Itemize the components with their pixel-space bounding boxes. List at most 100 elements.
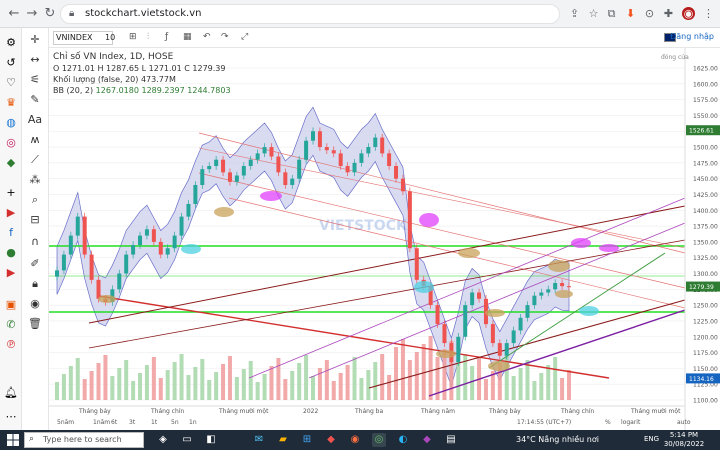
menu-icon[interactable]: ⋮ [702,7,715,20]
volume-bar [269,366,274,400]
text-icon[interactable]: Aa [27,112,43,128]
app-icon[interactable]: ▣ [4,298,18,312]
undo-icon[interactable]: ↶ [203,32,211,42]
taskbar: ⌕ Type here to search ◈ ▭ ◧ ✉ ▰ ⊞ ◆ ◉ ◎ … [0,430,720,450]
windows-start-icon[interactable] [6,433,20,447]
facebook-icon[interactable]: f [4,226,18,240]
trash-icon[interactable]: 🗑︎ [27,316,43,332]
range-button: 5năm [57,419,74,426]
widgets-icon[interactable]: ◧ [204,433,218,447]
avatar[interactable]: ◉ [682,7,695,20]
extension-icon[interactable]: ⧉ [605,7,618,20]
price-chart[interactable]: VIETSTOCK 1625.00 1600.00 1575.00 1550.00 15… [49,48,720,430]
youtube-music-icon[interactable]: ▶ [4,266,18,280]
forecast-icon[interactable]: ⁂ [27,172,43,188]
pin-icon[interactable]: ⊙ [643,7,656,20]
candle [518,317,523,331]
volume-bar [255,382,260,400]
shape-icon[interactable]: ⟋ [27,152,43,168]
forward-icon[interactable]: → [24,6,40,22]
fib-icon[interactable]: ⚟ [27,72,43,88]
history-icon[interactable]: ↺ [4,56,18,70]
indicator-icon[interactable]: ƒ [165,32,168,42]
pinterest-icon[interactable]: ℗ [4,338,18,352]
y-tick-label: 1425.00 [693,192,718,199]
interval-select[interactable]: 10 [105,33,115,42]
trend-line-icon[interactable]: ↔ [27,52,43,68]
compare-icon[interactable]: ⊞ [129,32,137,42]
volume-bar [96,363,101,400]
clock-time[interactable]: 5:14 PM [666,431,702,439]
symbol-input[interactable]: VNINDEX [53,31,113,45]
task-view-icon[interactable]: ▭ [180,433,194,447]
shop-icon[interactable]: ♛ [4,96,18,110]
download-icon[interactable]: ⬇ [624,7,637,20]
reload-icon[interactable]: ↻ [42,6,58,22]
candle [151,229,156,242]
more-icon[interactable]: ⋯ [4,410,18,424]
clock-date[interactable]: 30/08/2022 [662,440,706,448]
candle [414,248,419,280]
footer-label: % [605,419,611,426]
explorer-icon[interactable]: ▰ [276,433,290,447]
weather-widget[interactable]: 34°C Nắng nhiều nơi [516,435,599,444]
taskbar-search[interactable]: ⌕ Type here to search [24,432,144,448]
browser-app-icon[interactable]: ◎ [372,433,386,447]
template-icon[interactable]: ▦ [183,32,192,42]
youtube-icon[interactable]: ▶ [4,206,18,220]
candle [338,153,343,167]
y-tick-label: 1300.00 [693,271,718,278]
y-tick-label: 1475.00 [693,160,718,167]
legend-bb: BB (20, 2) [53,86,94,95]
share-icon[interactable]: ⇪ [568,7,581,20]
candle [227,172,232,182]
redo-icon[interactable]: ↷ [221,32,229,42]
volume-bar [414,352,419,400]
volume-bar [345,365,350,400]
spotify-icon[interactable]: ● [4,246,18,260]
heart-icon[interactable]: ♡ [4,76,18,90]
back-icon[interactable]: ← [6,6,22,22]
login-link[interactable]: Đăng nhập [670,32,714,41]
address-bar[interactable]: 🔒︎ stockchart.vietstock.vn [60,4,560,24]
store-icon[interactable]: ⊞ [300,433,314,447]
crosshair-icon[interactable]: ✛ [27,32,43,48]
game-icon[interactable]: ◈ [156,433,170,447]
messenger-icon[interactable]: ◍ [4,116,18,130]
settings-icon[interactable]: ⚙ [4,36,18,50]
marker-ellipse [579,306,599,316]
pattern-icon[interactable]: ʍ [27,132,43,148]
candle [68,235,73,255]
chart-area[interactable]: VIETSTOCK 1625.00 1600.00 1575.00 1550.00 15… [49,48,720,430]
whatsapp-icon[interactable]: ✆ [4,318,18,332]
candle [117,273,122,290]
price-marker-label: 1134.16 [689,376,714,383]
magnet-icon[interactable]: ∩ [27,234,43,250]
volume-bar [262,374,267,400]
pencil-lock-icon[interactable]: ✐ [27,256,43,272]
add-icon[interactable]: + [4,186,18,200]
fullscreen-icon[interactable]: ⤢ [241,32,248,42]
candle [511,330,516,344]
app2-icon[interactable]: ◆ [324,433,338,447]
brush-icon[interactable]: ✎ [27,92,43,108]
edge-icon[interactable]: ◐ [396,433,410,447]
language-indicator[interactable]: ENG [644,435,659,443]
drop-icon[interactable]: ◆ [420,433,434,447]
notification-icon[interactable]: 🔔︎ [4,386,18,400]
pc-icon[interactable]: ▤ [444,433,458,447]
star-icon[interactable]: ☆ [587,7,600,20]
lock-drawing-icon[interactable]: 🔒︎ [27,276,43,292]
eye-icon[interactable]: ◉ [27,296,43,312]
mail-icon[interactable]: ✉ [252,433,266,447]
puzzle-icon[interactable]: ✚ [662,7,675,20]
chart-type-icon[interactable]: ⫶ [147,32,149,42]
watermark: VIETSTOCK [319,218,408,234]
instagram-icon[interactable]: ◎ [4,136,18,150]
firefox-icon[interactable]: ◉ [348,433,362,447]
zoom-icon[interactable]: ⌕ [27,192,43,208]
marker-ellipse [485,309,505,317]
marker-ellipse [181,244,201,254]
gamepad-icon[interactable]: ◆ [4,156,18,170]
measure-icon[interactable]: ⊟ [27,212,43,228]
